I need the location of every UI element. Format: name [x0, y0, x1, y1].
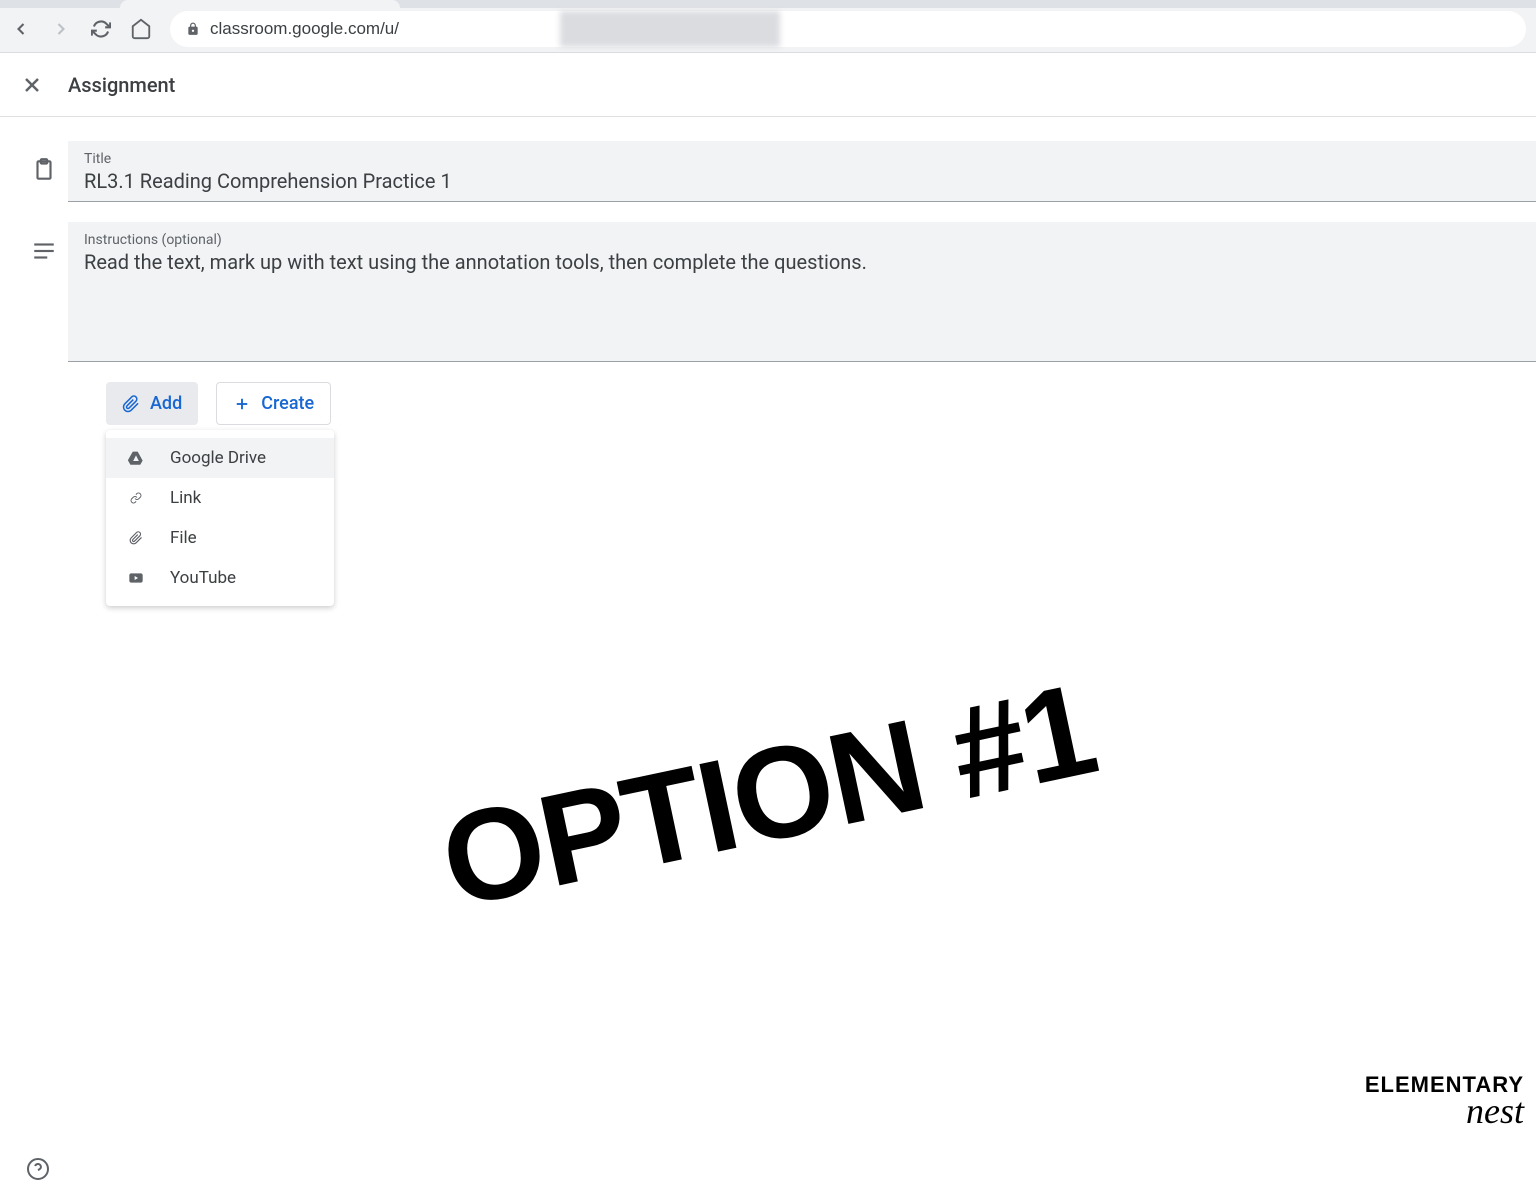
back-button[interactable] [10, 18, 32, 40]
instructions-input[interactable]: Instructions (optional) Read the text, m… [68, 222, 1536, 362]
title-row: Title RL3.1 Reading Comprehension Practi… [20, 141, 1536, 202]
instructions-label: Instructions (optional) [84, 232, 1520, 248]
form-content: Title RL3.1 Reading Comprehension Practi… [0, 117, 1536, 425]
browser-chrome: classroom.google.com/u/ [0, 0, 1536, 53]
dropdown-item-link[interactable]: Link [106, 478, 334, 518]
app-header: Assignment [0, 53, 1536, 117]
nav-controls [10, 18, 152, 40]
dropdown-item-drive[interactable]: Google Drive [106, 438, 334, 478]
title-label: Title [84, 151, 1520, 167]
instructions-value: Read the text, mark up with text using t… [84, 250, 1520, 274]
address-bar[interactable]: classroom.google.com/u/ [170, 11, 1526, 47]
notes-icon [20, 222, 68, 264]
add-label: Add [150, 393, 182, 414]
dropdown-label: Link [170, 488, 201, 508]
dropdown-item-youtube[interactable]: YouTube [106, 558, 334, 598]
browser-tabs-bg [0, 0, 1536, 8]
home-button[interactable] [130, 18, 152, 40]
add-dropdown: Google Drive Link File YouTube [106, 430, 334, 606]
file-icon [126, 528, 146, 548]
dropdown-label: Google Drive [170, 448, 266, 468]
page-title: Assignment [68, 73, 175, 97]
browser-tab [120, 0, 400, 8]
create-label: Create [261, 393, 314, 414]
reload-button[interactable] [90, 18, 112, 40]
dropdown-label: File [170, 528, 197, 548]
title-value: RL3.1 Reading Comprehension Practice 1 [84, 169, 1520, 193]
add-button[interactable]: Add [106, 382, 198, 425]
title-input[interactable]: Title RL3.1 Reading Comprehension Practi… [68, 141, 1536, 202]
dropdown-label: YouTube [170, 568, 236, 588]
link-icon [126, 492, 146, 504]
drive-icon [126, 449, 146, 467]
url-blur [560, 11, 780, 47]
url-text: classroom.google.com/u/ [210, 19, 399, 39]
close-button[interactable] [20, 73, 44, 97]
dropdown-item-file[interactable]: File [106, 518, 334, 558]
forward-button[interactable] [50, 18, 72, 40]
plus-icon [233, 395, 251, 413]
help-button[interactable] [26, 1157, 50, 1181]
action-row: Add Create Google Drive Link [20, 362, 1536, 425]
overlay-text: OPTION #1 [429, 653, 1107, 937]
create-button[interactable]: Create [216, 382, 331, 425]
lock-icon [186, 21, 200, 37]
watermark: ELEMENTARY nest [1365, 1072, 1524, 1132]
instructions-row: Instructions (optional) Read the text, m… [20, 222, 1536, 362]
youtube-icon [126, 570, 146, 586]
clipboard-icon [20, 141, 68, 183]
attachment-icon [122, 394, 140, 414]
